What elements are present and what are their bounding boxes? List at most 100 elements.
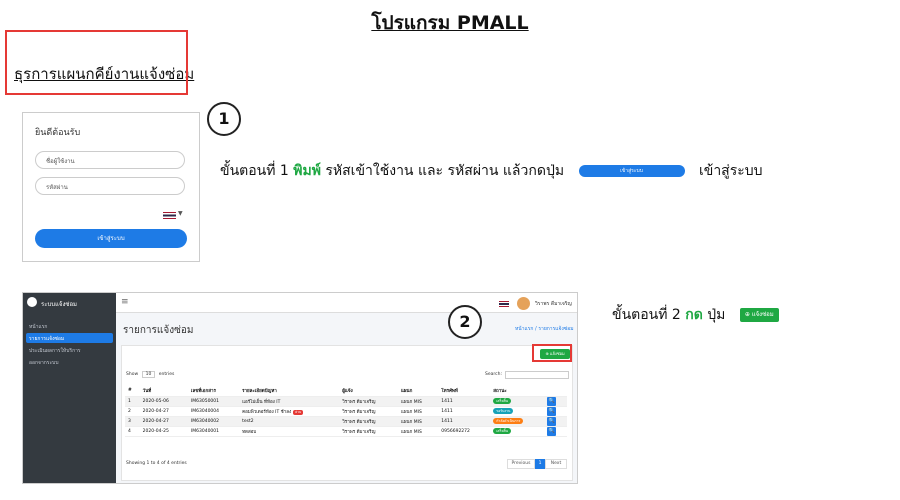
- step-2-add-button-sample: ⊕ แจ้งซ่อม: [739, 308, 779, 322]
- step-2-action: กด: [685, 307, 703, 323]
- search-icon[interactable]: 🔍: [547, 396, 557, 406]
- cell-action: 🔍: [544, 406, 567, 417]
- table-info: Showing 1 to 4 of 4 entries: [126, 461, 187, 466]
- cell-doc-no: IM63050001: [187, 396, 240, 407]
- cell-doc-no: IM63040004: [187, 406, 240, 417]
- cell-number: 4: [125, 426, 140, 437]
- cell-reporter: วิราพร ดีมาเจริญ: [339, 406, 398, 417]
- cell-action: 🔍: [544, 426, 567, 437]
- highlight-box-login-fields: [5, 30, 188, 95]
- cell-status: เสร็จสิ้น: [490, 396, 545, 407]
- cell-status: รอรับงาน: [490, 406, 545, 417]
- avatar[interactable]: [517, 297, 530, 310]
- thai-flag-icon[interactable]: [163, 212, 176, 219]
- sidebar-item-repairs[interactable]: รายการแจ้งซ่อม: [29, 335, 64, 343]
- pagination-previous[interactable]: Previous: [507, 459, 535, 469]
- cell-problem: คอมพิวเตอร์ห้อง IT ช้าลง ด่วน: [239, 406, 340, 417]
- login-button[interactable]: เข้าสู่ระบบ: [35, 229, 187, 248]
- login-panel: ยินดีต้อนรับ ชื่อผู้ใช้งาน รหัสผ่าน ▼ เข…: [22, 112, 200, 262]
- sidebar-item-home[interactable]: หน้าแรก: [29, 323, 47, 331]
- cell-number: 1: [125, 396, 140, 407]
- pagination-next[interactable]: Next: [545, 459, 567, 469]
- cell-phone: 1411: [438, 396, 491, 407]
- page-title: รายการแจ้งซ่อม: [123, 325, 194, 336]
- entries-label: entries: [158, 372, 175, 377]
- column-header[interactable]: ผู้แจ้ง: [339, 386, 398, 397]
- plus-icon: ⊕: [744, 311, 752, 318]
- password-field[interactable]: รหัสผ่าน: [35, 177, 185, 195]
- repairs-table: # วันที่ เลขที่เอกสาร รายละเอียดปัญหา ผู…: [125, 386, 567, 437]
- chevron-down-icon: ▼: [178, 210, 183, 217]
- table-row: 3 2020-04-27 IM63040002 test2 วิราพร ดีม…: [125, 416, 567, 427]
- breadcrumb[interactable]: หน้าแรก / รายการแจ้งซ่อม: [515, 325, 574, 333]
- problem-text: แอร์ไม่เย็น ที่ห้อง IT: [242, 399, 281, 405]
- column-header[interactable]: เลขที่เอกสาร: [187, 386, 240, 397]
- login-welcome-text: ยินดีต้อนรับ: [35, 128, 81, 138]
- cell-department: แผนก MIS: [398, 396, 439, 407]
- cell-problem: test2: [239, 416, 340, 427]
- pagination-page-1[interactable]: 1: [535, 459, 545, 469]
- search-icon[interactable]: 🔍: [547, 416, 557, 426]
- sidebar: [23, 293, 116, 483]
- username-field[interactable]: ชื่อผู้ใช้งาน: [35, 151, 185, 169]
- cell-status: กำลังดำเนินการ: [490, 416, 545, 427]
- cell-date: 2020-04-27: [139, 406, 188, 417]
- cell-date: 2020-05-06: [139, 396, 188, 407]
- step-1-action: พิมพ์: [293, 163, 321, 179]
- sidebar-item-evaluation[interactable]: ประเมินผลการให้บริการ: [29, 347, 81, 355]
- table-row: 4 2020-04-25 IM63040001 ทดสอบ วิราพร ดีม…: [125, 426, 567, 437]
- user-name[interactable]: วิราพร ดีมาเจริญ: [535, 300, 572, 308]
- cell-department: แผนก MIS: [398, 426, 439, 437]
- cell-reporter: วิราพร ดีมาเจริญ: [339, 396, 398, 407]
- cell-number: 2: [125, 406, 140, 417]
- search-icon[interactable]: 🔍: [547, 406, 557, 416]
- step-2-instruction: ขั้นตอนที่ 2 กด ปุ่ม ⊕ แจ้งซ่อม: [612, 304, 779, 326]
- step-1-prefix: ขั้นตอนที่ 1: [220, 163, 289, 179]
- column-header[interactable]: แผนก: [398, 386, 439, 397]
- highlight-box-add-button: [532, 344, 572, 362]
- status-badge: รอรับงาน: [493, 408, 514, 414]
- thai-flag-icon[interactable]: [499, 301, 509, 307]
- table-header-row: # วันที่ เลขที่เอกสาร รายละเอียดปัญหา ผู…: [125, 386, 567, 397]
- step-1-middle: รหัสเข้าใช้งาน และ รหัสผ่าน แล้วกดปุ่ม: [325, 163, 565, 179]
- column-header[interactable]: สถานะ: [490, 386, 545, 397]
- step-2-button-label: แจ้งซ่อม: [751, 311, 774, 318]
- column-header[interactable]: #: [125, 386, 140, 397]
- table-row: 2 2020-04-27 IM63040004 คอมพิวเตอร์ห้อง …: [125, 406, 567, 417]
- cell-number: 3: [125, 416, 140, 427]
- column-header: [544, 386, 567, 397]
- search-input[interactable]: [505, 371, 569, 379]
- cell-action: 🔍: [544, 396, 567, 407]
- sidebar-item-logout[interactable]: ออกจากระบบ: [29, 359, 59, 367]
- problem-text: ทดสอบ: [242, 429, 257, 435]
- cell-problem: ทดสอบ: [239, 426, 340, 437]
- show-entries-control: Show 10 entries: [126, 371, 175, 378]
- brand-name: ระบบแจ้งซ่อม: [41, 301, 78, 308]
- cell-phone: 1411: [438, 406, 491, 417]
- status-badge: กำลังดำเนินการ: [493, 418, 524, 424]
- problem-text: test2: [242, 418, 254, 424]
- column-header[interactable]: รายละเอียดปัญหา: [239, 386, 340, 397]
- show-label: Show: [126, 372, 139, 377]
- table-row: 1 2020-05-06 IM63050001 แอร์ไม่เย็น ที่ห…: [125, 396, 567, 407]
- cell-reporter: วิราพร ดีมาเจริญ: [339, 426, 398, 437]
- cell-date: 2020-04-25: [139, 426, 188, 437]
- menu-icon[interactable]: ≡: [121, 297, 129, 307]
- cell-phone: 1411: [438, 416, 491, 427]
- column-header[interactable]: วันที่: [139, 386, 188, 397]
- entries-select[interactable]: 10: [141, 371, 156, 378]
- search-icon[interactable]: 🔍: [547, 426, 557, 436]
- step-1-suffix: เข้าสู่ระบบ: [698, 163, 763, 179]
- step-1-number: 1: [207, 102, 241, 136]
- column-header[interactable]: โทรศัพท์: [438, 386, 491, 397]
- cell-reporter: วิราพร ดีมาเจริญ: [339, 416, 398, 427]
- cell-problem: แอร์ไม่เย็น ที่ห้อง IT: [239, 396, 340, 407]
- cell-doc-no: IM63040001: [187, 426, 240, 437]
- brand-logo-icon: [27, 297, 37, 307]
- cell-date: 2020-04-27: [139, 416, 188, 427]
- step-2-prefix: ขั้นตอนที่ 2: [612, 307, 681, 323]
- status-badge: เสร็จสิ้น: [493, 398, 512, 404]
- step-1-instruction: ขั้นตอนที่ 1 พิมพ์ รหัสเข้าใช้งาน และ รห…: [220, 160, 763, 182]
- status-badge: เสร็จสิ้น: [493, 428, 512, 434]
- step-2-middle: ปุ่ม: [707, 307, 726, 323]
